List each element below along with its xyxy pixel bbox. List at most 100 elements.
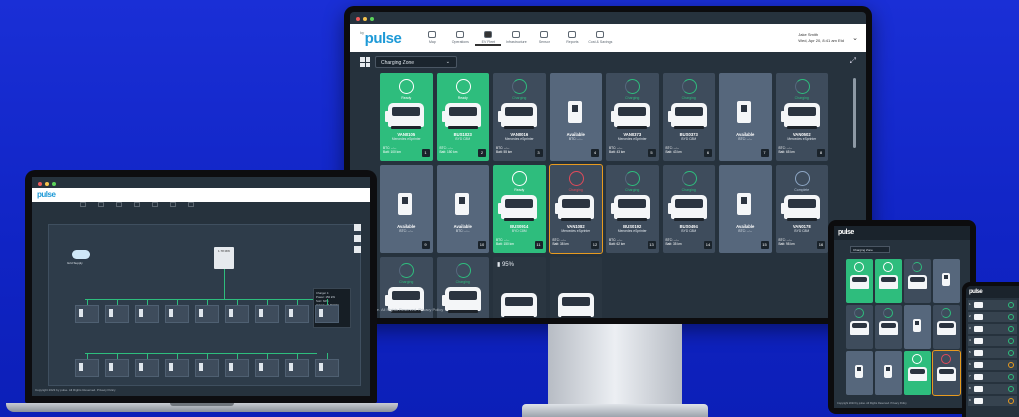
dollar-icon[interactable]: [188, 202, 194, 207]
charger-node[interactable]: [225, 305, 249, 323]
monitor-icon[interactable]: [98, 202, 104, 207]
list-item[interactable]: 8: [968, 384, 1017, 394]
charger-tile[interactable]: Available BTC: --:-- 4: [549, 73, 602, 161]
zone-select[interactable]: Charging Zone: [850, 246, 890, 253]
minimize-window-icon[interactable]: [45, 182, 49, 186]
vehicle-icon: [614, 103, 650, 129]
charger-node[interactable]: [315, 359, 339, 377]
charger-node[interactable]: [105, 305, 129, 323]
charger-tile[interactable]: ▮ 95%: [493, 257, 546, 318]
charger-tile[interactable]: [933, 305, 960, 349]
charger-tile[interactable]: Available BTC: --:-- 10: [436, 165, 489, 253]
close-window-icon[interactable]: [356, 17, 360, 21]
sensor-icon[interactable]: [152, 202, 158, 207]
charger-node[interactable]: [195, 305, 219, 323]
charger-tile[interactable]: [875, 351, 902, 395]
map-pin-icon[interactable]: [80, 202, 86, 207]
charger-node[interactable]: [75, 359, 99, 377]
close-window-icon[interactable]: [38, 182, 42, 186]
status-icon: [1008, 386, 1014, 392]
charger-node[interactable]: [255, 305, 279, 323]
expand-icon[interactable]: ⤢: [850, 56, 856, 66]
vehicle-model: BYD C8M: [455, 137, 471, 141]
charger-tile[interactable]: [904, 259, 931, 303]
charger-tile[interactable]: Ready BUS1023 BYD C8M BTC: --:-- Batt: 150 k…: [436, 73, 489, 161]
charger-tile[interactable]: [846, 305, 873, 349]
vehicle-meta: BTC: --:-- Batt: 150 km: [496, 238, 514, 246]
nav-item-sensor[interactable]: Sensor: [531, 30, 557, 46]
user-info[interactable]: Jake Smith Wed, Apr 20, 8:41 am Etd: [798, 32, 844, 44]
charger-tile[interactable]: [904, 305, 931, 349]
charger-node[interactable]: [225, 359, 249, 377]
charger-tile[interactable]: Charging BUS0192 Mercedes eSprinter BTC: --…: [606, 165, 659, 253]
minimize-window-icon[interactable]: [363, 17, 367, 21]
maximize-window-icon[interactable]: [52, 182, 56, 186]
charger-tile[interactable]: Charging VAN0373 Mercedes eSprinter BTC: --…: [606, 73, 659, 161]
charger-tile[interactable]: [549, 257, 602, 318]
charger-node[interactable]: [135, 359, 159, 377]
zone-select[interactable]: Charging Zone ⌄: [375, 56, 457, 68]
charger-node[interactable]: [165, 359, 189, 377]
charger-node[interactable]: [165, 305, 189, 323]
grid-icon[interactable]: [134, 202, 140, 207]
list-item[interactable]: 1: [968, 300, 1017, 310]
charger-tile[interactable]: Available BTC: --:-- 15: [719, 165, 772, 253]
report-icon[interactable]: [170, 202, 176, 207]
charger-tile[interactable]: Complete VAN0178 BYD C8M BTC: --:-- Batt: 98…: [775, 165, 828, 253]
chevron-down-icon[interactable]: ⌄: [852, 34, 858, 42]
list-item[interactable]: 2: [968, 312, 1017, 322]
charger-node[interactable]: [255, 359, 279, 377]
pulse-logo[interactable]: pulse: [969, 286, 1019, 298]
list-item[interactable]: 3: [968, 324, 1017, 334]
charger-tile[interactable]: [933, 259, 960, 303]
nav-item-map[interactable]: Map: [419, 30, 445, 46]
charger-tile[interactable]: Available BTC: --:-- 9: [380, 165, 433, 253]
charger-tile[interactable]: Ready BUS0914 BYD C8M BTC: --:-- Batt: 150 k…: [493, 165, 546, 253]
charger-node[interactable]: [75, 305, 99, 323]
charger-tile[interactable]: [846, 351, 873, 395]
nav-item-infrastructure[interactable]: Infrastructure: [503, 30, 529, 46]
charger-tile[interactable]: [904, 351, 931, 395]
charger-tile[interactable]: Charging VAN0502 Mercedes eSprinter BTC: --…: [775, 73, 828, 161]
transformer-node[interactable]: 1.78 MW: [214, 247, 234, 269]
vehicle-icon: [557, 195, 594, 221]
charger-tile[interactable]: Charging: [436, 257, 489, 318]
pulse-logo[interactable]: pulse: [37, 188, 370, 202]
list-item[interactable]: 6: [968, 360, 1017, 370]
help-icon[interactable]: [354, 246, 361, 253]
nav-item-operations[interactable]: Operations: [447, 30, 473, 46]
list-item[interactable]: 9: [968, 396, 1017, 406]
list-item[interactable]: 4: [968, 336, 1017, 346]
charger-node[interactable]: [285, 359, 309, 377]
charger-tile[interactable]: Ready VAN0105 Mercedes eSprinter BTC: --:--…: [380, 73, 433, 161]
list-item[interactable]: 5: [968, 348, 1017, 358]
connector-line: [85, 353, 317, 354]
charger-tile[interactable]: Charging BUS0494 BYD C8M BTC: --:-- Batt: 35…: [662, 165, 715, 253]
zoom-out-icon[interactable]: [354, 235, 361, 242]
scrollbar[interactable]: [853, 78, 856, 148]
car-icon[interactable]: [116, 202, 122, 207]
grid-view-icon[interactable]: [360, 57, 370, 67]
charger-node[interactable]: [285, 305, 309, 323]
maximize-window-icon[interactable]: [370, 17, 374, 21]
zoom-in-icon[interactable]: [354, 224, 361, 231]
charger-tile[interactable]: Charging VAN0016 Mercedes eSprinter BTC: --…: [493, 73, 546, 161]
charger-tile[interactable]: Charging BUS0373 BYD C8M BTC: --:-- Batt: 43…: [662, 73, 715, 161]
transformer-label: 1.78 MW: [217, 249, 230, 253]
charger-node[interactable]: [135, 305, 159, 323]
charger-tile[interactable]: Available BTC: --:-- 7: [719, 73, 772, 161]
charger-tile[interactable]: [932, 350, 961, 396]
nav-item-ev-fleet[interactable]: EV Fleet: [475, 30, 502, 46]
charger-tile[interactable]: Charging VAN1082 Mercedes eSprinter BTC: --…: [548, 164, 603, 254]
charger-tile[interactable]: [875, 259, 902, 303]
charger-node[interactable]: [315, 305, 339, 323]
pulse-logo[interactable]: bypulse: [360, 30, 402, 47]
charger-node[interactable]: [105, 359, 129, 377]
pulse-logo[interactable]: pulse: [838, 226, 970, 240]
nav-item-cost-savings[interactable]: Cost & Savings: [587, 30, 613, 46]
charger-tile[interactable]: [875, 305, 902, 349]
charger-node[interactable]: [195, 359, 219, 377]
charger-tile[interactable]: [846, 259, 873, 303]
list-item[interactable]: 7: [968, 372, 1017, 382]
nav-item-reports[interactable]: Reports: [559, 30, 585, 46]
